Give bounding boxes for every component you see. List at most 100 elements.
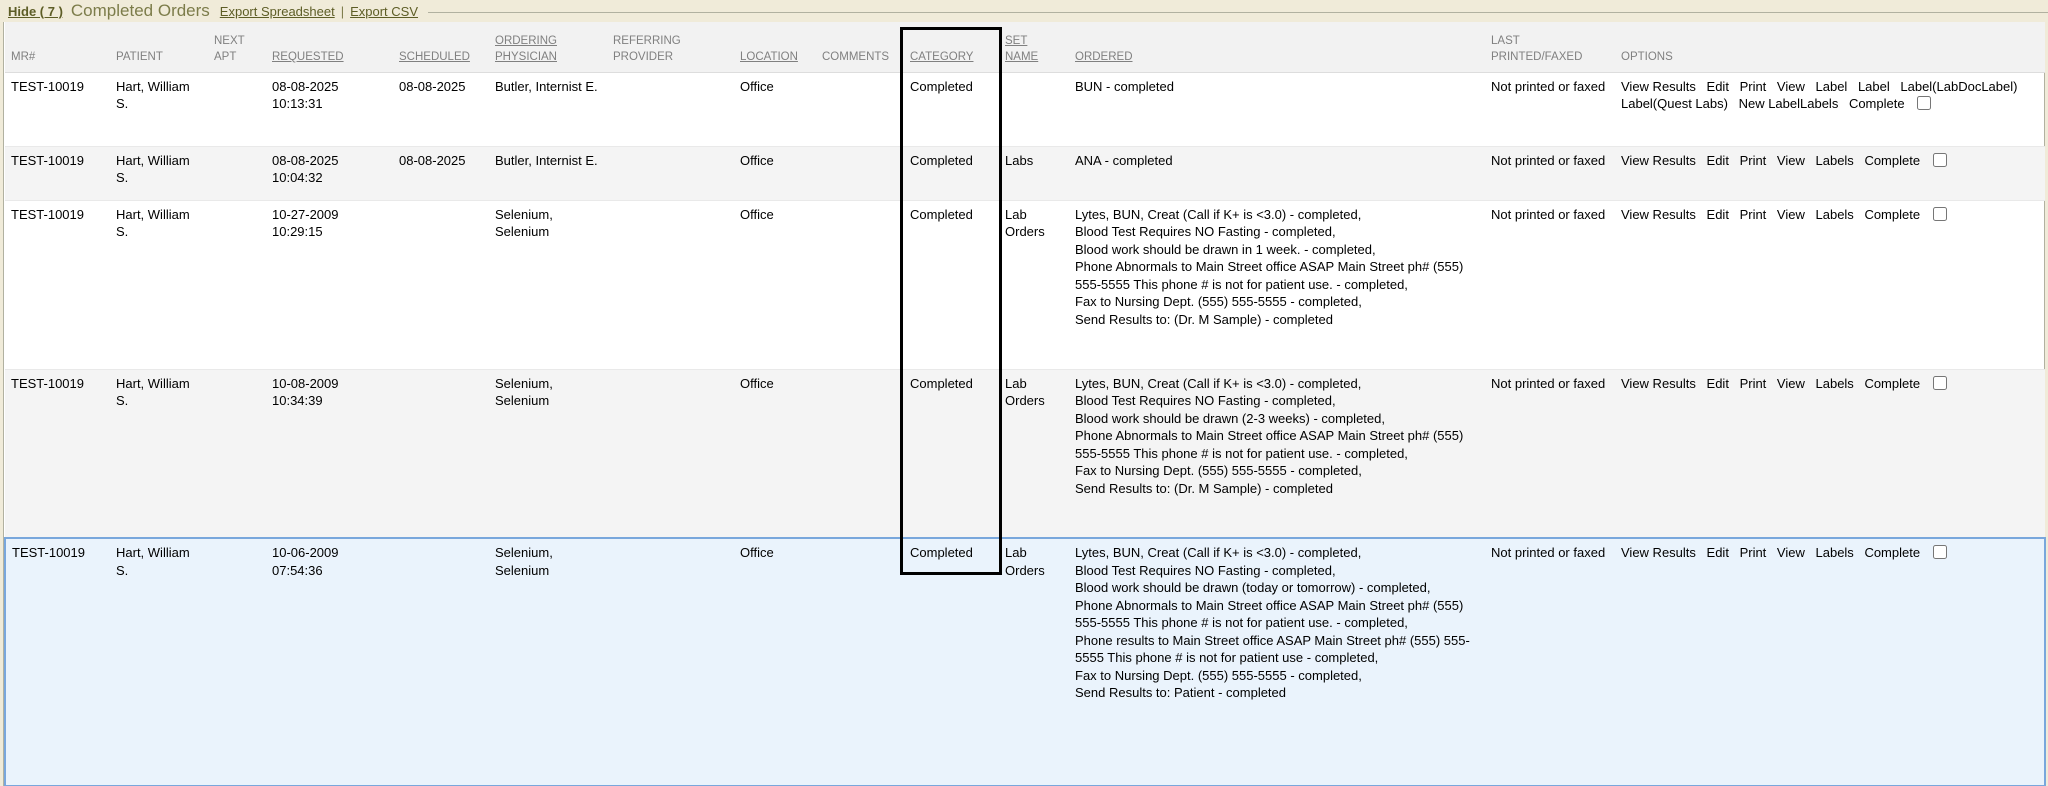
ordered-item: Fax to Nursing Dept. (555) 555-5555 - co… xyxy=(1075,462,1479,480)
complete-checkbox[interactable] xyxy=(1917,96,1931,110)
option-link-complete[interactable]: Complete xyxy=(1864,206,1920,224)
option-link-complete[interactable]: Complete xyxy=(1849,95,1905,113)
ordered-item: Send Results to: Patient - completed xyxy=(1075,684,1479,702)
cell-category: Completed xyxy=(904,369,999,538)
table-row[interactable]: TEST-10019Hart, William S.08-08-2025 10:… xyxy=(5,72,2045,146)
cell-referring-provider xyxy=(607,538,734,786)
cell-mr: TEST-10019 xyxy=(5,146,110,200)
option-link-print[interactable]: Print xyxy=(1740,544,1767,562)
option-link-edit[interactable]: Edit xyxy=(1707,544,1729,562)
option-link-labels[interactable]: Labels xyxy=(1816,375,1854,393)
column-header-last-printed-faxed: LAST PRINTED/FAXED xyxy=(1485,22,1615,72)
complete-checkbox[interactable] xyxy=(1933,545,1947,559)
cell-ordered: ANA - completed xyxy=(1069,146,1485,200)
cell-scheduled xyxy=(393,538,489,786)
orders-panel: MR#PATIENTNEXT APTREQUESTEDSCHEDULEDORDE… xyxy=(3,22,2045,786)
location-header-label[interactable]: LOCATION xyxy=(740,51,798,63)
option-link-view-results[interactable]: View Results xyxy=(1621,152,1696,170)
complete-checkbox[interactable] xyxy=(1933,153,1947,167)
option-link-label[interactable]: Label xyxy=(1816,78,1848,96)
scheduled-header-label[interactable]: SCHEDULED xyxy=(399,51,470,63)
option-link-complete[interactable]: Complete xyxy=(1864,544,1920,562)
orders-table: MR#PATIENTNEXT APTREQUESTEDSCHEDULEDORDE… xyxy=(4,22,2046,786)
cell-location: Office xyxy=(734,369,816,538)
category-header-label[interactable]: CATEGORY xyxy=(910,51,973,63)
referring-provider-header-label: REFERRING PROVIDER xyxy=(613,35,681,63)
cell-comments xyxy=(816,72,904,146)
option-link-view[interactable]: View xyxy=(1777,206,1805,224)
option-link-view[interactable]: View xyxy=(1777,152,1805,170)
option-link-label-labdoclabel[interactable]: Label(LabDocLabel) xyxy=(1900,78,2017,96)
ordered-header-label[interactable]: ORDERED xyxy=(1075,51,1133,63)
export-spreadsheet-link[interactable]: Export Spreadsheet xyxy=(220,4,335,19)
column-header-mr: MR# xyxy=(5,22,110,72)
option-link-view-results[interactable]: View Results xyxy=(1621,78,1696,96)
cell-options: View Results Edit Print View Labels Comp… xyxy=(1615,369,2045,538)
table-row[interactable]: TEST-10019Hart, William S.10-08-2009 10:… xyxy=(5,369,2045,538)
cell-last-printed-faxed: Not printed or faxed xyxy=(1485,200,1615,369)
cell-set-name: Lab Orders xyxy=(999,200,1069,369)
option-link-view[interactable]: View xyxy=(1777,78,1805,96)
ordered-item: Lytes, BUN, Creat (Call if K+ is <3.0) -… xyxy=(1075,544,1479,562)
cell-patient: Hart, William S. xyxy=(110,538,208,786)
option-link-labels[interactable]: Labels xyxy=(1816,152,1854,170)
cell-options: View Results Edit Print View Label Label… xyxy=(1615,72,2045,146)
cell-last-printed-faxed: Not printed or faxed xyxy=(1485,146,1615,200)
orders-tbody: TEST-10019Hart, William S.08-08-2025 10:… xyxy=(5,72,2045,786)
option-link-print[interactable]: Print xyxy=(1740,78,1767,96)
option-link-print[interactable]: Print xyxy=(1740,152,1767,170)
cell-category: Completed xyxy=(904,72,999,146)
cell-last-printed-faxed: Not printed or faxed xyxy=(1485,538,1615,786)
option-link-view-results[interactable]: View Results xyxy=(1621,375,1696,393)
option-link-labels[interactable]: Labels xyxy=(1816,206,1854,224)
option-link-view[interactable]: View xyxy=(1777,544,1805,562)
option-link-complete[interactable]: Complete xyxy=(1864,152,1920,170)
cell-requested: 08-08-2025 10:04:32 xyxy=(266,146,393,200)
table-row[interactable]: TEST-10019Hart, William S.10-27-2009 10:… xyxy=(5,200,2045,369)
option-link-print[interactable]: Print xyxy=(1740,375,1767,393)
option-link-print[interactable]: Print xyxy=(1740,206,1767,224)
column-header-location: LOCATION xyxy=(734,22,816,72)
complete-checkbox[interactable] xyxy=(1933,207,1947,221)
option-link-view-results[interactable]: View Results xyxy=(1621,206,1696,224)
comments-header-label: COMMENTS xyxy=(822,51,889,63)
option-link-label-quest-labs[interactable]: Label(Quest Labs) xyxy=(1621,95,1728,113)
complete-checkbox[interactable] xyxy=(1933,376,1947,390)
option-link-label[interactable]: Label xyxy=(1858,78,1890,96)
next-apt-header-label: NEXT APT xyxy=(214,35,244,63)
option-link-complete[interactable]: Complete xyxy=(1864,375,1920,393)
option-link-view-results[interactable]: View Results xyxy=(1621,544,1696,562)
option-link-edit[interactable]: Edit xyxy=(1707,375,1729,393)
column-header-next-apt: NEXT APT xyxy=(208,22,266,72)
requested-header-label[interactable]: REQUESTED xyxy=(272,51,344,63)
table-header-row: MR#PATIENTNEXT APTREQUESTEDSCHEDULEDORDE… xyxy=(5,22,2045,72)
option-link-new-labellabels[interactable]: New LabelLabels xyxy=(1739,95,1839,113)
cell-location: Office xyxy=(734,200,816,369)
export-csv-link[interactable]: Export CSV xyxy=(350,4,418,19)
cell-requested: 10-27-2009 10:29:15 xyxy=(266,200,393,369)
option-link-edit[interactable]: Edit xyxy=(1707,206,1729,224)
option-link-labels[interactable]: Labels xyxy=(1816,544,1854,562)
set-name-header-label[interactable]: SET NAME xyxy=(1005,35,1038,63)
ordered-item: Send Results to: (Dr. M Sample) - comple… xyxy=(1075,311,1479,329)
column-header-scheduled: SCHEDULED xyxy=(393,22,489,72)
cell-set-name: Labs xyxy=(999,146,1069,200)
option-link-edit[interactable]: Edit xyxy=(1707,152,1729,170)
ordering-physician-header-label[interactable]: ORDERING PHYSICIAN xyxy=(495,35,557,63)
cell-ordered: Lytes, BUN, Creat (Call if K+ is <3.0) -… xyxy=(1069,200,1485,369)
ordered-item: Fax to Nursing Dept. (555) 555-5555 - co… xyxy=(1075,667,1479,685)
option-link-edit[interactable]: Edit xyxy=(1707,78,1729,96)
option-link-view[interactable]: View xyxy=(1777,375,1805,393)
cell-set-name: Lab Orders xyxy=(999,538,1069,786)
cell-mr: TEST-10019 xyxy=(5,538,110,786)
cell-requested: 08-08-2025 10:13:31 xyxy=(266,72,393,146)
table-row[interactable]: TEST-10019Hart, William S.08-08-2025 10:… xyxy=(5,146,2045,200)
cell-ordering-physician: Butler, Internist E. xyxy=(489,146,607,200)
ordered-item: Blood Test Requires NO Fasting - complet… xyxy=(1075,392,1479,410)
ordered-item: Send Results to: (Dr. M Sample) - comple… xyxy=(1075,480,1479,498)
hide-link[interactable]: Hide ( 7 ) xyxy=(8,4,63,19)
cell-requested: 10-06-2009 07:54:36 xyxy=(266,538,393,786)
table-row[interactable]: TEST-10019Hart, William S. 10-06-2009 07:… xyxy=(5,538,2045,786)
column-header-ordering-physician: ORDERING PHYSICIAN xyxy=(489,22,607,72)
ordered-item: Blood work should be drawn (today or tom… xyxy=(1075,579,1479,597)
